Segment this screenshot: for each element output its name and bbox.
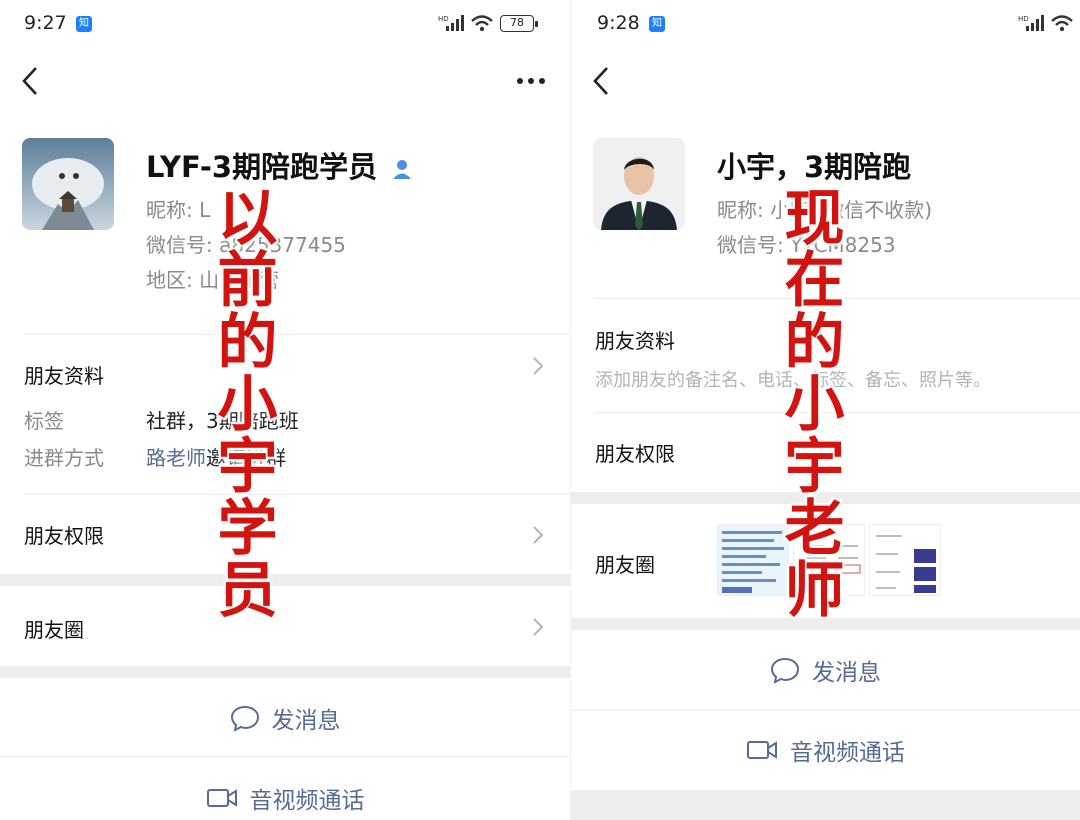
- wifi-icon: [1051, 15, 1073, 32]
- video-camera-icon: [747, 741, 777, 759]
- section-gap: [571, 790, 1080, 820]
- moments-thumbnail: [869, 524, 941, 596]
- moments-label: 朋友圈: [24, 618, 84, 642]
- contact-name: 小宇，3期陪跑: [717, 150, 912, 184]
- status-time: 9:27: [24, 12, 67, 34]
- avatar-image: [22, 138, 114, 230]
- video-call-label: 音视频通话: [249, 788, 365, 814]
- left-screen: 9:27 知 HD 78 LYF-3期陪跑学员 昵称: L 微信号: a8253…: [0, 0, 570, 820]
- right-screen: 9:28 知 HD 小宇，3期陪跑 昵称: 小宇 (微信不收款) 微信号: YY…: [570, 0, 1080, 820]
- chevron-right-icon: [533, 357, 544, 375]
- video-call-button[interactable]: 音视频通话: [0, 780, 570, 816]
- moments-label: 朋友圈: [595, 553, 655, 577]
- chat-bubble-icon: [770, 657, 800, 684]
- contact-name: LYF-3期陪跑学员: [146, 144, 413, 186]
- section-gap: [0, 574, 570, 586]
- app-badge-icon: 知: [649, 16, 665, 32]
- status-icons: HD 78: [438, 14, 538, 32]
- more-options-icon[interactable]: [512, 68, 552, 94]
- section-gap: [0, 666, 570, 678]
- video-call-label: 音视频通话: [790, 740, 905, 766]
- status-icons: HD: [1018, 14, 1074, 32]
- svg-text:HD: HD: [1018, 15, 1029, 23]
- divider: [24, 334, 570, 335]
- divider: [0, 756, 570, 757]
- friend-profile-label: 朋友资料: [24, 364, 104, 388]
- enterprise-contact-icon: [393, 160, 412, 179]
- overlay-caption: 现在的小宇老师: [774, 186, 844, 620]
- divider: [24, 494, 570, 495]
- chevron-right-icon: [533, 618, 544, 636]
- nickname-line: 昵称: L: [146, 198, 211, 222]
- signal-icon: HD: [438, 15, 464, 31]
- send-message-label: 发消息: [271, 708, 341, 734]
- back-arrow-icon[interactable]: [18, 64, 42, 98]
- avatar-image: [593, 138, 685, 230]
- send-message-button[interactable]: 发消息: [0, 700, 570, 736]
- tag-label: 标签: [24, 409, 64, 433]
- app-badge-icon: 知: [76, 16, 92, 32]
- avatar[interactable]: [22, 138, 114, 230]
- overlay-caption: 以前的小宇学员: [207, 186, 277, 620]
- chevron-right-icon: [533, 526, 544, 544]
- friend-permission-label: 朋友权限: [595, 442, 675, 466]
- join-method-label: 进群方式: [24, 446, 104, 470]
- send-message-label: 发消息: [812, 660, 881, 686]
- back-arrow-icon[interactable]: [589, 64, 613, 98]
- battery-icon: 78: [500, 14, 538, 32]
- send-message-button[interactable]: 发消息: [571, 652, 1080, 688]
- inviter-link[interactable]: 路老师: [146, 446, 206, 470]
- chat-bubble-icon: [230, 705, 259, 732]
- status-bar: 9:28 知 HD: [571, 0, 1080, 50]
- signal-icon: HD: [1018, 15, 1044, 31]
- video-call-button[interactable]: 音视频通话: [571, 732, 1080, 768]
- status-time: 9:28: [597, 12, 640, 34]
- friend-profile-label: 朋友资料: [595, 329, 675, 353]
- divider: [571, 710, 1080, 711]
- friend-permission-label: 朋友权限: [24, 524, 104, 548]
- video-camera-icon: [206, 789, 237, 807]
- svg-text:HD: HD: [438, 15, 449, 23]
- avatar[interactable]: [593, 138, 685, 230]
- wifi-icon: [471, 15, 493, 32]
- status-bar: 9:27 知 HD 78: [0, 0, 570, 50]
